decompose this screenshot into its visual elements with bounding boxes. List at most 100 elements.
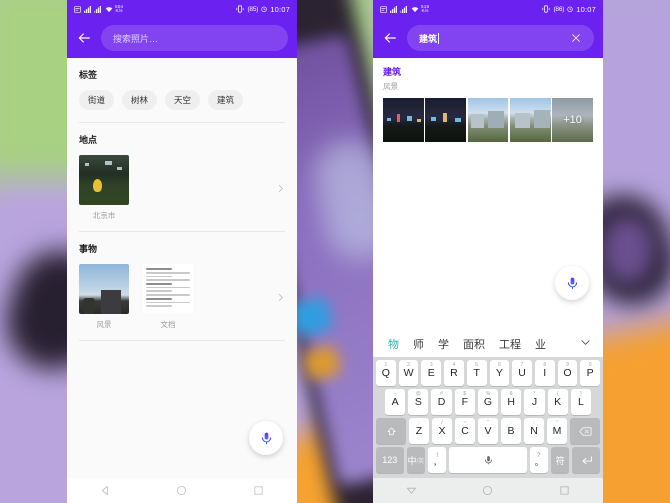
shift-key[interactable] [376,418,406,444]
microphone-icon [484,455,492,464]
result-thumbnail-more[interactable]: +10 [552,98,593,142]
android-nav-bar-right [373,478,603,503]
space-key[interactable] [449,447,527,473]
search-input[interactable]: 建筑 [407,25,594,51]
thing-thumbnail [79,264,129,314]
candidate-0[interactable]: 物 [381,336,406,352]
clock-time: 10:07 [576,4,596,14]
section-locations: 地点 [67,123,297,146]
search-input[interactable]: 搜索照片… [101,25,288,51]
candidate-1[interactable]: 师 [406,336,431,352]
key-n[interactable]: ; N [524,418,544,444]
numeric-mode-key[interactable]: 123 [376,447,404,473]
key-i[interactable]: 8I [534,360,555,386]
divider [79,340,285,341]
key-b[interactable]: :B [501,418,521,444]
things-row[interactable]: 风景 文档 [67,264,297,340]
voice-search-fab[interactable] [249,421,283,455]
result-group-title: 建筑 [383,67,402,77]
tag-chip-street[interactable]: 街道 [79,90,115,110]
search-suggestions-panel: 标签 街道 树林 天空 建筑 地点 北京市 事物 风景 文档 [67,58,297,478]
hide-keyboard-triangle-icon[interactable] [406,485,417,496]
network-speed: 504 K/s [115,3,124,13]
key-v[interactable]: “V [478,418,498,444]
alarm-icon [261,6,267,12]
search-bar-left: 搜索照片… [67,18,297,58]
key-q[interactable]: 1Q [375,360,396,386]
status-bar-left: 504 K/s (85) 10:07 [67,0,297,18]
key-g[interactable]: % G [477,389,499,415]
punctuation-left-key[interactable]: ! ， [427,447,447,473]
key-t[interactable]: 5T [466,360,487,386]
key-s[interactable]: @ S [408,389,429,415]
wifi-icon [411,6,418,12]
microphone-icon [261,432,271,444]
status-bar-right: 516 K/s (86) 10:07 [373,0,603,18]
result-thumbnail[interactable] [509,98,551,142]
result-thumbnail[interactable] [425,98,467,142]
key-d[interactable]: # D [431,389,452,415]
right-phone-screenshot: 516 K/s (86) 10:07 建筑 建筑 风景 +10 物 师 学 面积… [373,0,603,503]
signal-bars-icon [94,5,101,13]
key-r[interactable]: 4R [444,360,464,386]
virtual-keyboard: 物 师 学 面积 工程 业 1Q 2W 3E 4R 5T 6Y 7U 8I 9O… [373,331,603,478]
key-u[interactable]: 7U [512,360,532,386]
chevron-right-icon [278,293,283,301]
close-icon[interactable] [570,32,582,44]
key-y[interactable]: 6Y [489,360,510,386]
thing-thumbnail [143,264,193,314]
voice-search-fab[interactable] [555,266,589,300]
search-query-text: 建筑 [419,33,438,44]
tag-chip-sky[interactable]: 天空 [165,90,201,110]
key-w[interactable]: 2W [398,360,419,386]
location-item-beijing[interactable]: 北京市 [79,155,129,221]
tag-chip-building[interactable]: 建筑 [208,90,244,110]
search-placeholder: 搜索照片… [113,33,159,44]
key-a[interactable]: -A [385,389,406,415]
key-e[interactable]: 3E [421,360,442,386]
key-x[interactable]: / X [432,418,452,444]
back-arrow-icon[interactable] [382,30,398,46]
result-thumbnail[interactable] [383,98,424,142]
enter-key[interactable] [572,447,600,473]
background-purple-shape-right [600,215,655,285]
key-m[interactable]: ” M [547,418,567,444]
key-o[interactable]: 9O [557,360,578,386]
keyboard-row-2: -A @ S # D $ F % G & H * J (K ) L [373,386,603,415]
thing-item-document[interactable]: 文档 [143,264,193,330]
candidate-2[interactable]: 学 [431,336,456,352]
location-row[interactable]: 北京市 [67,155,297,231]
android-nav-bar-left [67,478,297,503]
key-k[interactable]: (K [547,389,568,415]
recents-square-icon[interactable] [253,485,264,496]
back-arrow-icon[interactable] [76,30,92,46]
thing-item-landscape[interactable]: 风景 [79,264,129,330]
home-circle-icon[interactable] [176,485,187,496]
candidate-3[interactable]: 面积 [456,336,492,352]
home-circle-icon[interactable] [482,485,493,496]
result-thumbnail[interactable] [467,98,509,142]
back-triangle-icon[interactable] [100,485,111,496]
search-results-panel: 建筑 风景 +10 [373,58,603,372]
sim-card-icon [380,5,387,13]
candidate-5[interactable]: 业 [528,336,553,352]
key-p[interactable]: 0P [580,360,601,386]
recents-square-icon[interactable] [559,485,570,496]
key-j[interactable]: * J [524,389,545,415]
key-l[interactable]: ) L [570,389,591,415]
expand-candidates-button[interactable] [580,335,595,353]
key-f[interactable]: $ F [454,389,475,415]
section-title: 地点 [79,135,98,145]
language-toggle-key[interactable]: 中/英 [406,447,425,473]
result-thumbnail-strip: +10 [383,98,593,142]
key-c[interactable]: ~ C [455,418,475,444]
key-z[interactable]: ,Z [409,418,429,444]
punctuation-right-key[interactable]: ? 。 [529,447,549,473]
candidate-4[interactable]: 工程 [492,336,528,352]
symbols-key[interactable]: 符 [551,447,570,473]
chevron-right-icon [278,184,283,192]
signal-bars-icon [400,5,407,13]
backspace-key[interactable] [570,418,600,444]
key-h[interactable]: & H [501,389,522,415]
tag-chip-forest[interactable]: 树林 [122,90,158,110]
